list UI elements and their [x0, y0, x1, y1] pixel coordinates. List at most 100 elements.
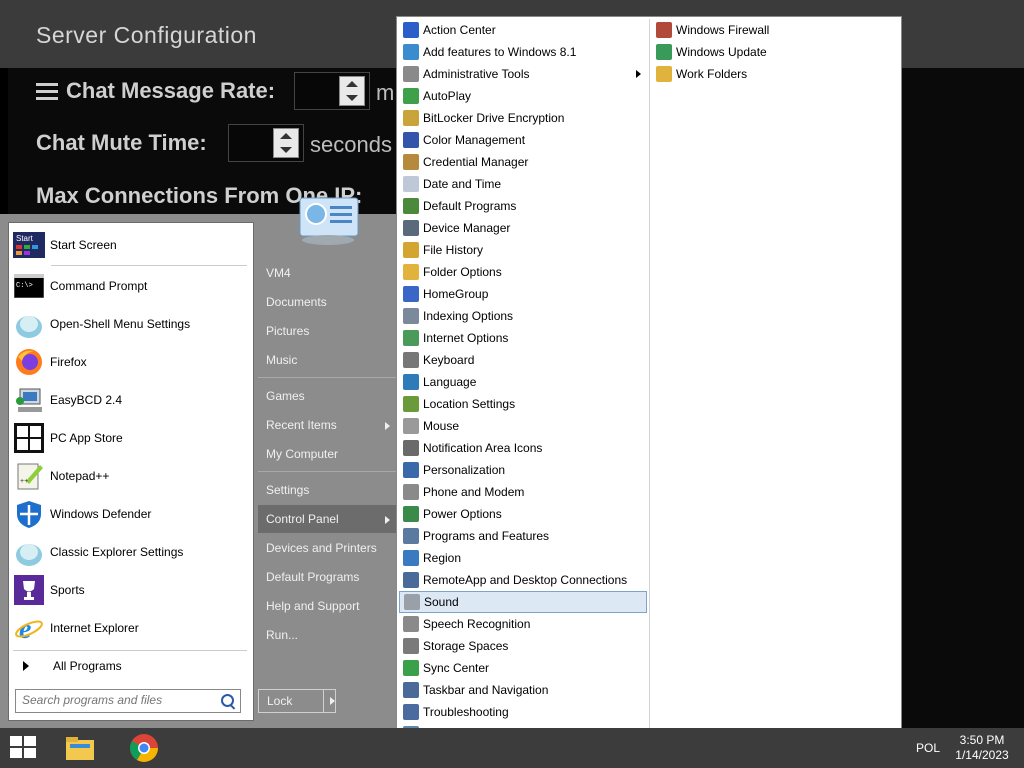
cp-item-notification-area-icons[interactable]: Notification Area Icons: [399, 437, 647, 459]
cp-item-label: Internet Options: [423, 331, 509, 345]
cp-item-label: Sync Center: [423, 661, 490, 675]
program-notepad-plus-plus[interactable]: ++ Notepad++: [13, 458, 249, 494]
shutdown-options-arrow[interactable]: [324, 690, 335, 712]
cp-item-phone-and-modem[interactable]: Phone and Modem: [399, 481, 647, 503]
windows-start-button[interactable]: [10, 736, 38, 760]
cp-item-add-features-to-windows-8-1[interactable]: Add features to Windows 8.1: [399, 41, 647, 63]
start-item-help-and-support[interactable]: Help and Support: [258, 592, 396, 620]
cp-item-mouse[interactable]: Mouse: [399, 415, 647, 437]
cp-item-troubleshooting[interactable]: Troubleshooting: [399, 701, 647, 723]
program-easybcd[interactable]: EasyBCD 2.4: [13, 382, 249, 418]
start-item-games[interactable]: Games: [258, 382, 396, 410]
search-input[interactable]: [16, 690, 212, 710]
cp-item-file-history[interactable]: File History: [399, 239, 647, 261]
chevron-right-icon: [385, 422, 390, 430]
program-windows-defender[interactable]: Windows Defender: [13, 496, 249, 532]
cp-item-label: AutoPlay: [423, 89, 472, 103]
cp-item-default-programs[interactable]: Default Programs: [399, 195, 647, 217]
start-item-documents[interactable]: Documents: [258, 288, 396, 316]
cp-item-administrative-tools[interactable]: Administrative Tools: [399, 63, 647, 85]
cp-item-label: Language: [423, 375, 477, 389]
language-icon: [403, 374, 419, 390]
chat-mute-time-input[interactable]: [228, 124, 304, 162]
flag-icon: [403, 22, 419, 38]
chat-message-rate-label: Chat Message Rate:: [36, 78, 275, 104]
work-folders-icon: [656, 66, 672, 82]
cp-item-label: Notification Area Icons: [423, 441, 543, 455]
start-menu: Start Start Screen C:\> Command Prompt O…: [0, 214, 398, 728]
cp-item-personalization[interactable]: Personalization: [399, 459, 647, 481]
all-programs-button[interactable]: All Programs: [13, 655, 249, 677]
cp-item-indexing-options[interactable]: Indexing Options: [399, 305, 647, 327]
cp-item-color-management[interactable]: Color Management: [399, 129, 647, 151]
start-item-devices-and-printers[interactable]: Devices and Printers: [258, 534, 396, 562]
cp-item-action-center[interactable]: Action Center: [399, 19, 647, 41]
sync-icon: [403, 660, 419, 676]
cp-item-homegroup[interactable]: HomeGroup: [399, 283, 647, 305]
search-programs-box[interactable]: [15, 689, 241, 713]
start-item-run[interactable]: Run...: [258, 621, 396, 649]
start-menu-programs-pane: Start Start Screen C:\> Command Prompt O…: [8, 222, 254, 721]
cp-item-keyboard[interactable]: Keyboard: [399, 349, 647, 371]
cp-item-region[interactable]: Region: [399, 547, 647, 569]
language-indicator[interactable]: POL: [916, 741, 940, 755]
cp-item-location-settings[interactable]: Location Settings: [399, 393, 647, 415]
cp-item-bitlocker-drive-encryption[interactable]: BitLocker Drive Encryption: [399, 107, 647, 129]
cp-item-sound[interactable]: Sound: [399, 591, 647, 613]
cp-item-label: Storage Spaces: [423, 639, 509, 653]
system-clock[interactable]: 3:50 PM 1/14/2023: [952, 733, 1012, 763]
start-item-vm4[interactable]: VM4: [258, 259, 396, 287]
lock-button[interactable]: Lock: [258, 689, 336, 713]
spinner-arrows[interactable]: [339, 76, 365, 106]
clock-icon: [403, 176, 419, 192]
cp-item-autoplay[interactable]: AutoPlay: [399, 85, 647, 107]
program-classic-explorer-settings[interactable]: Classic Explorer Settings: [13, 534, 249, 570]
start-item-settings[interactable]: Settings: [258, 476, 396, 504]
admin-tools-icon: [403, 66, 419, 82]
chat-message-rate-input[interactable]: [294, 72, 370, 110]
cp-item-sync-center[interactable]: Sync Center: [399, 657, 647, 679]
cp-item-label: Speech Recognition: [423, 617, 531, 631]
spinner-arrows[interactable]: [273, 128, 299, 158]
cp-item-power-options[interactable]: Power Options: [399, 503, 647, 525]
device-manager-icon: [403, 220, 419, 236]
cp-item-folder-options[interactable]: Folder Options: [399, 261, 647, 283]
start-item-control-panel[interactable]: Control Panel: [258, 505, 396, 533]
start-item-music[interactable]: Music: [258, 346, 396, 374]
cp-item-language[interactable]: Language: [399, 371, 647, 393]
cp-item-programs-and-features[interactable]: Programs and Features: [399, 525, 647, 547]
chevron-right-icon: [385, 516, 390, 524]
cp-item-storage-spaces[interactable]: Storage Spaces: [399, 635, 647, 657]
search-icon[interactable]: [221, 694, 234, 707]
cp-item-windows-firewall[interactable]: Windows Firewall: [652, 19, 898, 41]
program-start-screen[interactable]: Start Start Screen: [13, 227, 249, 263]
start-item-recent-items[interactable]: Recent Items: [258, 411, 396, 439]
program-internet-explorer[interactable]: e Internet Explorer: [13, 610, 249, 646]
chrome-icon[interactable]: [128, 732, 160, 764]
cp-item-date-and-time[interactable]: Date and Time: [399, 173, 647, 195]
microphone-icon: [403, 616, 419, 632]
program-open-shell-settings[interactable]: Open-Shell Menu Settings: [13, 306, 249, 342]
cp-item-label: Phone and Modem: [423, 485, 525, 499]
remoteapp-icon: [403, 572, 419, 588]
file-history-icon: [403, 242, 419, 258]
cp-item-taskbar-and-navigation[interactable]: Taskbar and Navigation: [399, 679, 647, 701]
cp-item-label: RemoteApp and Desktop Connections: [423, 573, 628, 587]
cp-item-internet-options[interactable]: Internet Options: [399, 327, 647, 349]
program-pc-app-store[interactable]: PC App Store: [13, 420, 249, 456]
cp-item-speech-recognition[interactable]: Speech Recognition: [399, 613, 647, 635]
cp-item-credential-manager[interactable]: Credential Manager: [399, 151, 647, 173]
program-command-prompt[interactable]: C:\> Command Prompt: [13, 268, 249, 304]
start-item-my-computer[interactable]: My Computer: [258, 440, 396, 468]
program-sports[interactable]: Sports: [13, 572, 249, 608]
personalization-icon: [403, 462, 419, 478]
start-item-default-programs[interactable]: Default Programs: [258, 563, 396, 591]
program-firefox[interactable]: Firefox: [13, 344, 249, 380]
cp-item-work-folders[interactable]: Work Folders: [652, 63, 898, 85]
start-item-pictures[interactable]: Pictures: [258, 317, 396, 345]
cp-item-remoteapp-and-desktop-connections[interactable]: RemoteApp and Desktop Connections: [399, 569, 647, 591]
file-explorer-icon[interactable]: [64, 732, 96, 764]
cp-item-device-manager[interactable]: Device Manager: [399, 217, 647, 239]
homegroup-icon: [403, 286, 419, 302]
cp-item-windows-update[interactable]: Windows Update: [652, 41, 898, 63]
